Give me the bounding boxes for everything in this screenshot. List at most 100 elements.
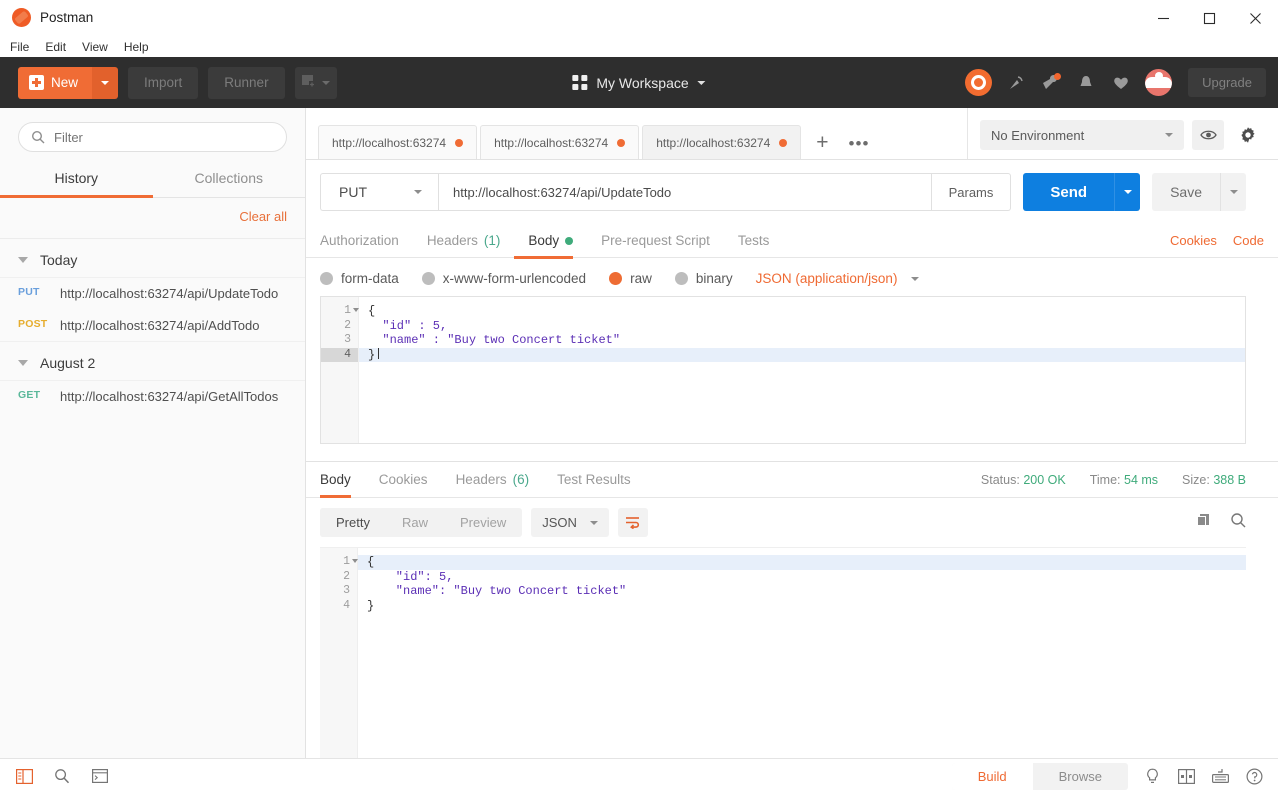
minimize-icon[interactable]: [1140, 0, 1186, 36]
request-body-gutter: 1 2 3 4: [321, 297, 359, 443]
antenna-icon[interactable]: [1005, 72, 1027, 94]
chevron-down-icon: [1165, 133, 1173, 137]
body-present-dot-icon: [565, 237, 573, 245]
main-toolbar: New Import Runner My Workspace: [0, 57, 1278, 108]
body-type-row: form-data x-www-form-urlencoded raw bina…: [306, 258, 1278, 296]
history-item[interactable]: GET http://localhost:63274/api/GetAllTod…: [0, 381, 305, 413]
sidebar: History Collections Clear all Today PUT …: [0, 108, 306, 758]
runner-button[interactable]: Runner: [208, 67, 284, 99]
tab-history[interactable]: History: [0, 162, 153, 197]
search-icon[interactable]: [1230, 512, 1246, 533]
find-icon[interactable]: [52, 766, 72, 786]
body-type-form-data[interactable]: form-data: [320, 271, 399, 286]
send-options-button[interactable]: [1114, 173, 1140, 211]
tab-collections[interactable]: Collections: [153, 162, 306, 197]
new-button[interactable]: New: [18, 67, 92, 99]
tab-options-button[interactable]: •••: [841, 129, 878, 159]
body-format-select[interactable]: JSON (application/json): [756, 271, 920, 286]
chevron-down-icon: [590, 521, 598, 525]
body-type-raw[interactable]: raw: [609, 271, 652, 286]
add-tab-button[interactable]: +: [804, 127, 840, 159]
line-number: 3: [321, 333, 358, 348]
clear-all-button[interactable]: Clear all: [239, 209, 287, 224]
menu-file[interactable]: File: [10, 40, 29, 54]
request-tab-3[interactable]: http://localhost:63274: [642, 125, 801, 159]
line-number: 2: [321, 319, 358, 334]
history-item[interactable]: PUT http://localhost:63274/api/UpdateTod…: [0, 278, 305, 310]
radio-icon-selected: [609, 272, 622, 285]
word-wrap-icon[interactable]: [618, 508, 648, 537]
keyboard-icon[interactable]: [1210, 766, 1230, 786]
filter-box[interactable]: [18, 122, 287, 152]
response-body-viewer[interactable]: 1 2 3 4 { "id": 5, "name": "Buy two Conc…: [320, 547, 1246, 758]
history-item[interactable]: POST http://localhost:63274/api/AddTodo: [0, 310, 305, 342]
code-link[interactable]: Code: [1233, 233, 1264, 248]
new-button-dropdown[interactable]: [92, 67, 118, 99]
eye-icon[interactable]: [1192, 120, 1224, 150]
help-icon[interactable]: [1244, 766, 1264, 786]
code-line: {: [358, 555, 1246, 570]
tab-tests[interactable]: Tests: [724, 224, 784, 258]
request-body-editor[interactable]: 1 2 3 4 { "id" : 5, "name" : "Buy two Co…: [320, 296, 1246, 444]
gear-icon[interactable]: [1232, 120, 1264, 150]
menu-bar: File Edit View Help: [0, 36, 1278, 57]
upgrade-button[interactable]: Upgrade: [1188, 68, 1266, 97]
tab-headers[interactable]: Headers (1): [413, 224, 515, 258]
response-tab-headers[interactable]: Headers (6): [442, 463, 544, 497]
two-pane-icon[interactable]: [1176, 766, 1196, 786]
workspace-selector[interactable]: My Workspace: [572, 75, 705, 91]
environment-area: No Environment: [967, 108, 1278, 159]
bulb-icon[interactable]: [1142, 766, 1162, 786]
browse-button[interactable]: Browse: [1033, 763, 1128, 790]
sidebar-toggle-icon[interactable]: [14, 766, 34, 786]
send-button[interactable]: Send: [1023, 173, 1114, 211]
sync-icon[interactable]: [965, 69, 992, 96]
body-type-binary[interactable]: binary: [675, 271, 733, 286]
menu-edit[interactable]: Edit: [45, 40, 66, 54]
maximize-icon[interactable]: [1186, 0, 1232, 36]
tab-pre-request-script[interactable]: Pre-request Script: [587, 224, 724, 258]
view-mode-preview[interactable]: Preview: [444, 508, 522, 537]
console-icon[interactable]: [90, 766, 110, 786]
chevron-down-icon: [322, 81, 330, 85]
bell-icon[interactable]: [1075, 72, 1097, 94]
save-button[interactable]: Save: [1152, 173, 1220, 211]
response-tab-test-results[interactable]: Test Results: [543, 463, 645, 497]
response-tab-cookies[interactable]: Cookies: [365, 463, 442, 497]
copy-icon[interactable]: [1196, 512, 1212, 533]
history-group-header[interactable]: August 2: [0, 342, 305, 381]
avatar[interactable]: [1145, 69, 1172, 96]
params-button[interactable]: Params: [932, 173, 1012, 211]
view-mode-raw[interactable]: Raw: [386, 508, 444, 537]
response-tab-body[interactable]: Body: [320, 463, 365, 497]
close-icon[interactable]: [1232, 0, 1278, 36]
url-input[interactable]: http://localhost:63274/api/UpdateTodo: [438, 173, 932, 211]
request-body-code[interactable]: { "id" : 5, "name" : "Buy two Concert ti…: [359, 297, 1245, 443]
response-body-gutter: 1 2 3 4: [320, 548, 358, 758]
history-group-header[interactable]: Today: [0, 239, 305, 278]
tab-label: Headers: [427, 233, 478, 248]
filter-input[interactable]: [54, 130, 274, 145]
request-tab-1[interactable]: http://localhost:63274: [318, 125, 477, 159]
wrench-icon[interactable]: [1040, 72, 1062, 94]
environment-select[interactable]: No Environment: [980, 120, 1184, 150]
tab-body[interactable]: Body: [514, 224, 587, 258]
body-type-urlencoded[interactable]: x-www-form-urlencoded: [422, 271, 586, 286]
build-button[interactable]: Build: [952, 763, 1033, 790]
status-bar-right: Build Browse: [952, 763, 1264, 790]
menu-view[interactable]: View: [82, 40, 108, 54]
save-options-button[interactable]: [1220, 173, 1246, 211]
new-window-button[interactable]: [295, 67, 337, 99]
request-tab-2[interactable]: http://localhost:63274: [480, 125, 639, 159]
time-meta: Time: 54 ms: [1090, 473, 1158, 487]
heart-icon[interactable]: [1110, 72, 1132, 94]
method-select[interactable]: PUT: [320, 173, 438, 211]
window-plus-icon: [302, 75, 318, 90]
cookies-link[interactable]: Cookies: [1170, 233, 1217, 248]
response-format-select[interactable]: JSON: [531, 508, 609, 537]
view-mode-pretty[interactable]: Pretty: [320, 508, 386, 537]
menu-help[interactable]: Help: [124, 40, 149, 54]
main-panel: http://localhost:63274 http://localhost:…: [306, 108, 1278, 758]
tab-authorization[interactable]: Authorization: [320, 224, 413, 258]
import-button[interactable]: Import: [128, 67, 198, 99]
